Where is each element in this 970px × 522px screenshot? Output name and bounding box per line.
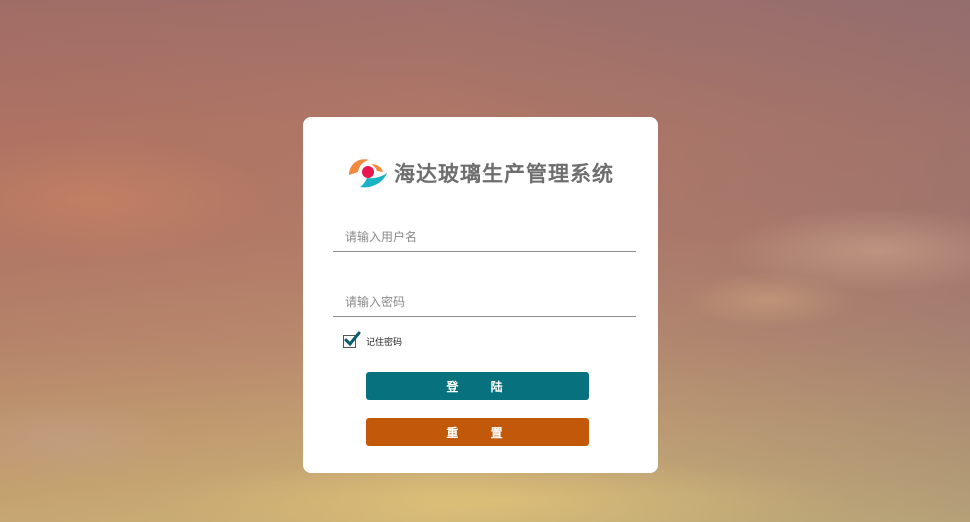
- password-field-wrapper: [333, 290, 636, 317]
- checkmark-icon: [344, 331, 361, 347]
- login-button[interactable]: 登 陆: [366, 372, 589, 400]
- haida-logo-icon: [349, 159, 387, 188]
- remember-password-row[interactable]: 记住密码: [343, 331, 403, 348]
- remember-label: 记住密码: [366, 338, 403, 348]
- brand-header: 海达玻璃生产管理系统: [347, 155, 614, 191]
- reset-button[interactable]: 重 置: [366, 418, 589, 446]
- password-input[interactable]: [333, 290, 636, 314]
- app-title: 海达玻璃生产管理系统: [394, 162, 614, 186]
- username-input[interactable]: [333, 225, 636, 249]
- username-field-wrapper: [333, 225, 636, 252]
- login-card: 海达玻璃生产管理系统 记住密码 登 陆 重 置: [303, 117, 658, 473]
- remember-checkbox[interactable]: [343, 331, 361, 348]
